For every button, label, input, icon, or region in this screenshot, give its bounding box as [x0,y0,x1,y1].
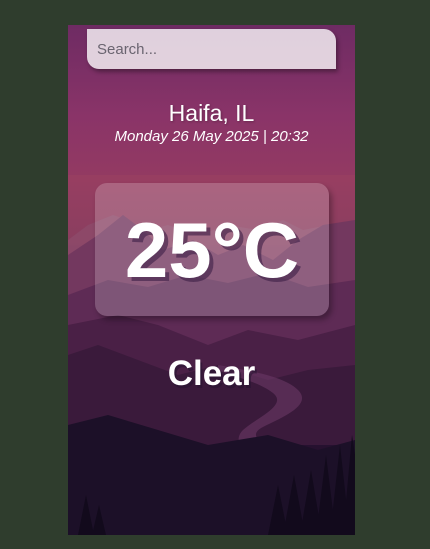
date-time: Monday 26 May 2025 | 20:32 [114,128,309,145]
weather-app: Haifa, IL Monday 26 May 2025 | 20:32 25°… [68,25,355,535]
weather-condition: Clear [167,354,256,393]
temperature-card: 25°C [95,183,329,316]
search-input[interactable] [87,29,336,69]
location-name: Haifa, IL [168,100,255,126]
temperature-value: 25°C [124,206,300,294]
